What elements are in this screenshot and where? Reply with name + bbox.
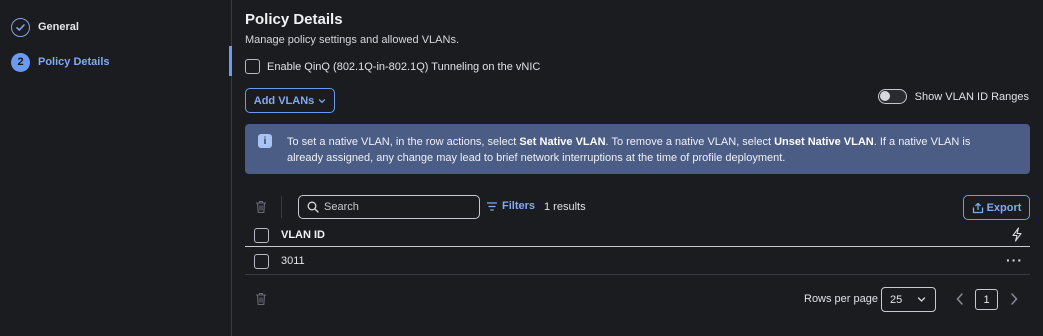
export-button[interactable]: Export (963, 195, 1030, 220)
filter-icon (487, 201, 497, 211)
step-policy-details[interactable]: 2 Policy Details (11, 52, 110, 72)
more-actions-icon[interactable]: ··· (1006, 252, 1023, 268)
qinq-label: Enable QinQ (802.1Q-in-802.1Q) Tunneling… (267, 60, 541, 73)
next-page-icon[interactable] (1009, 292, 1019, 306)
step-general[interactable]: General (11, 17, 79, 37)
info-banner: i To set a native VLAN, in the row actio… (245, 124, 1030, 174)
main-content: Policy Details Manage policy settings an… (245, 0, 1035, 336)
chevron-down-icon (319, 98, 326, 103)
wizard-sidebar: General 2 Policy Details (0, 0, 232, 336)
info-message: To set a native VLAN, in the row actions… (287, 136, 971, 164)
rows-per-page-select[interactable]: 25 (881, 287, 936, 312)
delete-icon[interactable] (255, 292, 267, 306)
vlan-id-cell: 3011 (281, 255, 305, 267)
search-icon (307, 201, 319, 213)
current-page[interactable]: 1 (975, 289, 998, 310)
previous-page-icon[interactable] (955, 292, 965, 306)
active-step-indicator (229, 46, 232, 76)
page-subtitle: Manage policy settings and allowed VLANs… (245, 34, 460, 46)
search-input[interactable] (324, 201, 464, 213)
chevron-down-icon (917, 297, 926, 302)
add-vlans-label: Add VLANs (253, 94, 315, 107)
results-count: 1 results (544, 201, 586, 213)
vlan-range-toggle-label: Show VLAN ID Ranges (914, 90, 1029, 103)
page-title: Policy Details (245, 11, 343, 28)
search-box[interactable] (298, 195, 480, 219)
qinq-option: Enable QinQ (802.1Q-in-802.1Q) Tunneling… (245, 59, 540, 74)
check-circle-icon (11, 17, 30, 37)
export-label: Export (986, 201, 1022, 214)
delete-icon[interactable] (255, 200, 267, 214)
vlan-range-toggle-row: Show VLAN ID Ranges (877, 88, 1029, 105)
filters-label: Filters (502, 200, 536, 212)
rows-per-page-value: 25 (890, 293, 903, 306)
info-icon: i (258, 134, 272, 148)
step-general-label: General (38, 21, 79, 33)
toolbar-divider (281, 196, 282, 218)
column-header-vlan-id[interactable]: VLAN ID (281, 229, 325, 241)
rows-per-page-label: Rows per page (804, 293, 878, 305)
row-checkbox[interactable] (254, 254, 269, 269)
qinq-checkbox[interactable] (245, 59, 260, 74)
filters-button[interactable]: Filters (487, 200, 535, 212)
table-row[interactable]: 3011 ··· (245, 248, 1030, 275)
table-header: VLAN ID (245, 223, 1030, 247)
toggle-knob (879, 91, 890, 101)
add-vlans-button[interactable]: Add VLANs (245, 88, 335, 113)
step-policy-details-label: Policy Details (38, 56, 110, 68)
step-number-badge: 2 (11, 52, 30, 72)
select-all-checkbox[interactable] (254, 228, 269, 243)
export-icon (972, 202, 983, 213)
lightning-bolt-icon[interactable] (1011, 227, 1023, 242)
vlan-range-toggle[interactable] (877, 89, 907, 104)
